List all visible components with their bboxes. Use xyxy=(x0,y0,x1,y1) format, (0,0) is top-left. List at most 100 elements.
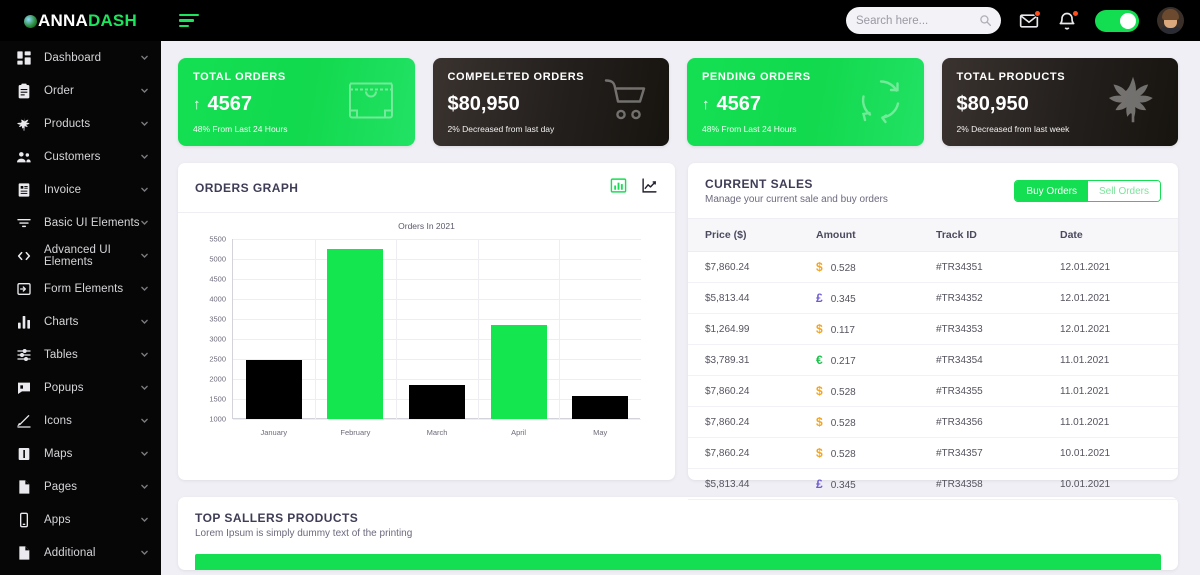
grid-icon xyxy=(16,50,32,66)
sidebar-item-form-elements[interactable]: Form Elements xyxy=(0,272,161,305)
current-sales-panel: CURRENT SALES Manage your current sale a… xyxy=(688,163,1178,500)
amount-value: 0.345 xyxy=(830,480,856,491)
search-box[interactable] xyxy=(846,7,1001,34)
sidebar-item-apps[interactable]: Apps xyxy=(0,503,161,536)
y-axis-tick-label: 1500 xyxy=(209,394,226,404)
sidebar-item-additional[interactable]: Additional xyxy=(0,536,161,569)
stat-card-total-products[interactable]: TOTAL PRODUCTS $80,950 2% Decreased from… xyxy=(941,58,1178,146)
cell-date: 12.01.2021 xyxy=(1060,251,1178,283)
brand-logo[interactable]: ANNA DASH xyxy=(0,0,161,41)
arrow-up-icon: ↑ xyxy=(193,96,201,113)
sidebar-item-maps[interactable]: Maps xyxy=(0,437,161,470)
column-header-date: Date xyxy=(1060,219,1178,252)
cell-price: $7,860.24 xyxy=(688,251,816,283)
sidebar-item-invoice[interactable]: Invoice xyxy=(0,173,161,206)
sidebar-item-basic-ui-elements[interactable]: Basic UI Elements xyxy=(0,206,161,239)
amount-value: 0.528 xyxy=(830,263,856,274)
theme-toggle-switch[interactable] xyxy=(1095,9,1139,32)
x-axis-tick-label: February xyxy=(340,428,371,437)
bell-icon[interactable] xyxy=(1057,9,1079,31)
chevron-down-icon xyxy=(141,484,148,489)
filter-icon xyxy=(16,215,32,231)
code-icon xyxy=(16,248,32,264)
stat-value: 4567 xyxy=(716,93,762,115)
cell-track-id: #TR34356 xyxy=(936,406,1060,438)
table-row[interactable]: $7,860.24 $0.528 #TR34355 11.01.2021 xyxy=(688,375,1178,407)
table-row[interactable]: $7,860.24 $0.528 #TR34357 10.01.2021 xyxy=(688,437,1178,469)
bar-chart-icon xyxy=(16,314,32,330)
table-row[interactable]: $5,813.44 £0.345 #TR34358 10.01.2021 xyxy=(688,468,1178,500)
currency-symbol-icon: $ xyxy=(816,446,823,460)
brand-name-part2: DASH xyxy=(87,10,137,30)
cell-amount: $0.528 xyxy=(816,437,936,469)
table-row[interactable]: $5,813.44 £0.345 #TR34352 12.01.2021 xyxy=(688,282,1178,314)
form-input-icon xyxy=(16,281,32,297)
y-axis-tick-label: 3000 xyxy=(209,334,226,344)
stat-card-total-orders[interactable]: TOTAL ORDERS ↑ 4567 48% From Last 24 Hou… xyxy=(178,58,415,146)
table-row[interactable]: $7,860.24 $0.528 #TR34351 12.01.2021 xyxy=(688,251,1178,283)
table-row[interactable]: $1,264.99 $0.117 #TR34353 12.01.2021 xyxy=(688,313,1178,345)
currency-symbol-icon: $ xyxy=(816,384,823,398)
sidebar-item-order[interactable]: Order xyxy=(0,74,161,107)
currency-symbol-icon: $ xyxy=(816,260,823,274)
chart-bar[interactable] xyxy=(572,396,629,419)
sidebar-item-popups[interactable]: Popups xyxy=(0,371,161,404)
current-sales-table: Price ($) Amount Track ID Date $7,860.24… xyxy=(688,219,1178,500)
x-axis-tick-label: May xyxy=(593,428,608,437)
sidebar-item-products[interactable]: Products xyxy=(0,107,161,140)
sidebar-item-charts[interactable]: Charts xyxy=(0,305,161,338)
amount-value: 0.117 xyxy=(830,325,855,336)
chart-gridline xyxy=(233,279,641,280)
chevron-down-icon xyxy=(141,253,148,258)
tab-buy-orders[interactable]: Buy Orders xyxy=(1015,181,1088,201)
bar-chart-icon[interactable] xyxy=(610,177,627,199)
column-header-track-id: Track ID xyxy=(936,219,1060,252)
stat-card-pending-orders[interactable]: PENDING ORDERS ↑ 4567 48% From Last 24 H… xyxy=(687,58,924,146)
top-sellers-progress-bar xyxy=(195,554,1161,570)
chevron-down-icon xyxy=(141,154,148,159)
chevron-down-icon xyxy=(141,319,148,324)
current-sales-table-body: $7,860.24 $0.528 #TR34351 12.01.2021 $5,813.… xyxy=(688,251,1178,500)
chart-gridline xyxy=(233,259,641,260)
avatar[interactable] xyxy=(1157,7,1184,34)
chart-bar[interactable] xyxy=(245,359,302,419)
chart-bar[interactable] xyxy=(327,249,384,419)
page-icon xyxy=(16,479,32,495)
cell-track-id: #TR34354 xyxy=(936,344,1060,376)
clipboard-icon xyxy=(16,83,32,99)
chart-gridline xyxy=(233,339,641,340)
cell-track-id: #TR34355 xyxy=(936,375,1060,407)
table-row[interactable]: $7,860.24 $0.528 #TR34356 11.01.2021 xyxy=(688,406,1178,438)
tab-sell-orders[interactable]: Sell Orders xyxy=(1087,181,1160,201)
line-chart-icon[interactable] xyxy=(641,177,658,199)
chart-bar[interactable] xyxy=(409,385,465,419)
table-row[interactable]: $3,789.31 €0.217 #TR34354 11.01.2021 xyxy=(688,344,1178,376)
sidebar-item-dashboard[interactable]: Dashboard xyxy=(0,41,161,74)
page-title: ORDERS GRAPH xyxy=(195,181,299,195)
orders-type-toggle: Buy Orders Sell Orders xyxy=(1014,180,1161,202)
current-sales-heading: CURRENT SALES Manage your current sale a… xyxy=(705,177,888,205)
sidebar-item-tables[interactable]: Tables xyxy=(0,338,161,371)
chart-bar[interactable] xyxy=(490,324,547,419)
cell-price: $7,860.24 xyxy=(688,406,816,438)
envelope-icon[interactable] xyxy=(1019,9,1041,31)
sidebar[interactable]: Dashboard Order Products Customers Invoi… xyxy=(0,41,161,575)
sidebar-label: Products xyxy=(44,117,91,130)
sidebar-label: Maps xyxy=(44,447,73,460)
refresh-cycle-icon xyxy=(855,75,907,130)
brand-name-part1: ANNA xyxy=(38,10,88,30)
sidebar-label: Customers xyxy=(44,150,101,163)
chevron-down-icon xyxy=(141,121,148,126)
sidebar-item-advanced-ui-elements[interactable]: Advanced UI Elements xyxy=(0,239,161,272)
sidebar-label: Pages xyxy=(44,480,78,493)
y-axis-tick-label: 4500 xyxy=(209,274,226,284)
search-input[interactable] xyxy=(856,14,976,27)
currency-symbol-icon: $ xyxy=(816,415,823,429)
hamburger-icon[interactable] xyxy=(179,13,199,28)
sidebar-item-icons[interactable]: Icons xyxy=(0,404,161,437)
stat-card-completed-orders[interactable]: COMPELETED ORDERS $80,950 2% Decreased f… xyxy=(432,58,669,146)
chevron-down-icon xyxy=(141,352,148,357)
cell-date: 12.01.2021 xyxy=(1060,282,1178,314)
sidebar-item-pages[interactable]: Pages xyxy=(0,470,161,503)
sidebar-item-customers[interactable]: Customers xyxy=(0,140,161,173)
